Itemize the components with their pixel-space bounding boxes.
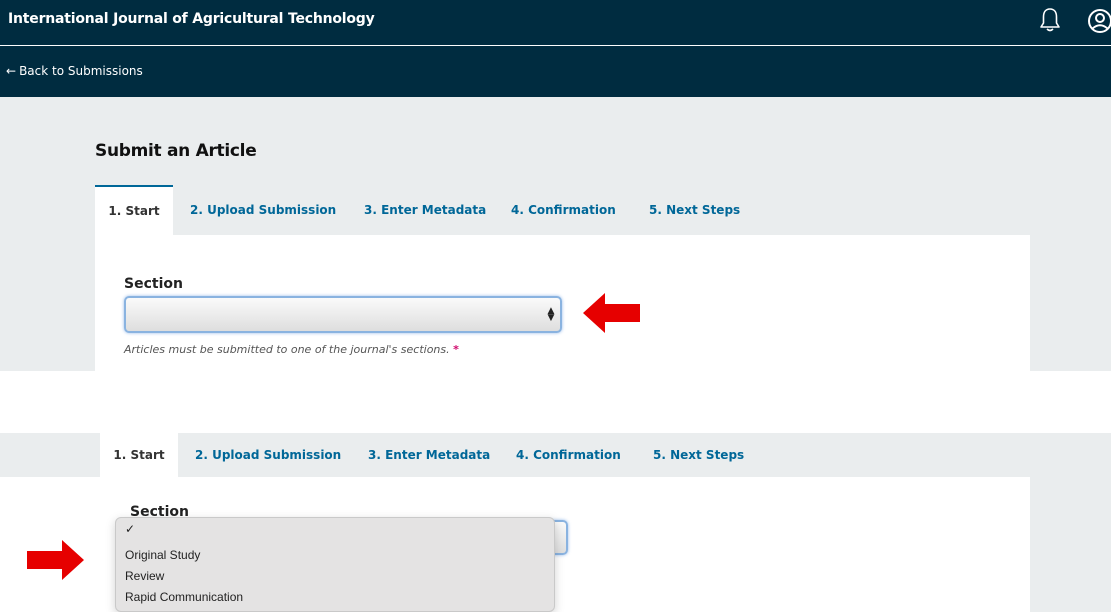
- back-link-label: Back to Submissions: [19, 64, 143, 78]
- top-navigation-bar: International Journal of Agricultural Te…: [0, 0, 1111, 45]
- page-title: Submit an Article: [95, 141, 257, 161]
- annotation-arrow-right-icon: [27, 540, 84, 580]
- required-marker: *: [453, 343, 459, 356]
- tab-enter-metadata[interactable]: 3. Enter Metadata: [364, 185, 486, 235]
- screenshot-panel-top: International Journal of Agricultural Te…: [0, 0, 1111, 371]
- dropdown-option-original-study[interactable]: Original Study: [125, 548, 200, 562]
- tab-start[interactable]: 1. Start: [95, 185, 173, 235]
- back-to-submissions-link[interactable]: ← Back to Submissions: [6, 64, 143, 78]
- submission-steps-tabs-bottom: 1. Start 2. Upload Submission 3. Enter M…: [0, 433, 1030, 477]
- tab-confirmation[interactable]: 4. Confirmation: [511, 185, 616, 235]
- tab-upload-submission-bottom[interactable]: 2. Upload Submission: [195, 433, 341, 477]
- tab-enter-metadata-bottom[interactable]: 3. Enter Metadata: [368, 433, 490, 477]
- tab-confirmation-bottom[interactable]: 4. Confirmation: [516, 433, 621, 477]
- dropdown-option-review[interactable]: Review: [125, 569, 164, 583]
- select-arrows-icon: ▲ ▼: [547, 306, 555, 323]
- tab-upload-submission[interactable]: 2. Upload Submission: [190, 185, 336, 235]
- section-hint: Articles must be submitted to one of the…: [124, 343, 459, 356]
- tab-next-steps[interactable]: 5. Next Steps: [649, 185, 740, 235]
- section-hint-text: Articles must be submitted to one of the…: [124, 343, 450, 356]
- section-dropdown-menu: ✓ Original Study Review Rapid Communicat…: [115, 517, 555, 612]
- section-label: Section: [124, 276, 183, 292]
- bell-icon[interactable]: [1039, 7, 1061, 33]
- site-title[interactable]: International Journal of Agricultural Te…: [8, 11, 375, 27]
- tab-start-bottom[interactable]: 1. Start: [100, 433, 178, 477]
- tab-next-steps-bottom[interactable]: 5. Next Steps: [653, 433, 744, 477]
- screenshot-panel-bottom: 1. Start 2. Upload Submission 3. Enter M…: [0, 433, 1111, 612]
- user-icon[interactable]: [1087, 8, 1111, 34]
- dropdown-option-rapid-communication[interactable]: Rapid Communication: [125, 590, 243, 604]
- submission-steps-tabs: 1. Start 2. Upload Submission 3. Enter M…: [95, 185, 1030, 235]
- section-select[interactable]: ▲ ▼: [124, 296, 562, 333]
- sub-navigation-bar: ← Back to Submissions: [0, 46, 1111, 97]
- annotation-arrow-left-icon: [583, 293, 640, 333]
- back-arrow-icon: ←: [6, 64, 17, 78]
- check-icon: ✓: [125, 522, 136, 536]
- page-background-right: [1030, 433, 1111, 612]
